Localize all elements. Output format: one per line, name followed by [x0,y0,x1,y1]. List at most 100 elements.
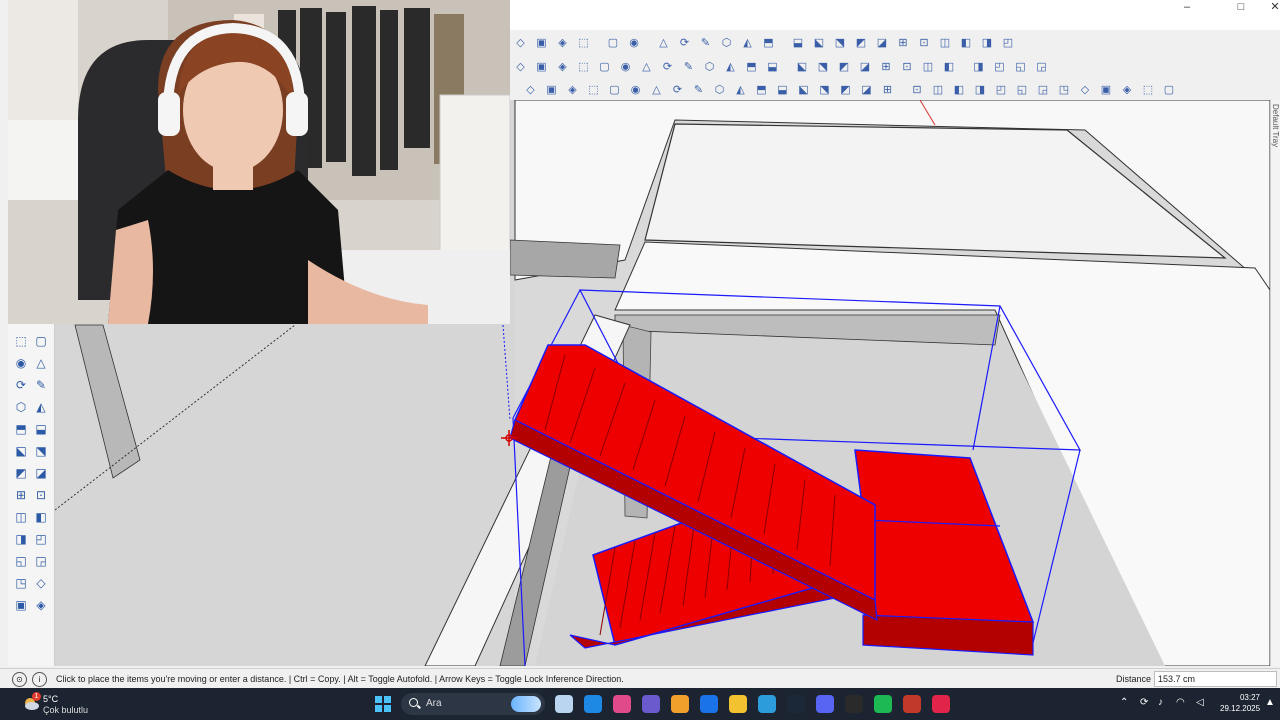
paint-icon[interactable]: ◈ [554,33,572,51]
mirror-icon[interactable]: ◱ [1012,57,1030,75]
default-tray-label[interactable]: Default Tray [1271,104,1280,147]
monochrome-icon[interactable]: ◰ [999,33,1017,51]
start-button[interactable] [375,696,391,712]
text-left-icon[interactable]: ⬓ [32,420,50,438]
3dtext-left-icon[interactable]: ◪ [32,464,50,482]
section-left-icon[interactable]: ◇ [32,574,50,592]
warning-icon[interactable]: ◇ [512,57,530,75]
top-view-icon[interactable]: ⬓ [789,33,807,51]
textured-icon[interactable]: ◨ [978,33,996,51]
dimension-icon[interactable]: ⬒ [743,57,761,75]
box-icon[interactable]: ◈ [1118,80,1136,98]
front-view-icon[interactable]: ⬕ [810,33,828,51]
rotate-left-icon[interactable]: ✎ [32,376,50,394]
info-icon[interactable]: i [32,672,47,687]
add-detail-icon[interactable]: ◲ [1034,80,1052,98]
maximize-button[interactable]: □ [1224,0,1258,14]
file-explorer-icon[interactable] [555,695,573,713]
hidden-line-icon[interactable]: ◫ [936,33,954,51]
edge-icon[interactable] [584,695,602,713]
orbit-icon[interactable]: ⬚ [575,57,593,75]
arc-tool-icon[interactable]: ▣ [543,80,561,98]
store-icon[interactable] [613,695,631,713]
flip-edge-icon[interactable]: ◱ [1013,80,1031,98]
extrude-icon[interactable]: ⊡ [908,80,926,98]
copilot-icon[interactable] [671,695,689,713]
arc-icon[interactable]: ◫ [919,57,937,75]
lasso-icon[interactable]: ▣ [533,57,551,75]
tape-icon[interactable]: ⬡ [701,57,719,75]
rotate-icon[interactable]: ◈ [554,57,572,75]
scale-icon[interactable]: ◨ [970,57,988,75]
circle-tool-icon[interactable]: △ [648,80,666,98]
close-button[interactable]: ✕ [1258,0,1280,14]
circle-icon[interactable]: ⊡ [898,57,916,75]
protractor-icon[interactable]: ◭ [722,57,740,75]
eraser-icon[interactable]: ⬚ [575,33,593,51]
github-icon[interactable] [845,695,863,713]
spotify-icon[interactable] [874,695,892,713]
volume-icon[interactable]: ◁ [1196,697,1204,708]
sandbox-icon[interactable]: ◫ [929,80,947,98]
rectangle-left-icon[interactable]: ◉ [12,354,30,372]
paint-bucket-icon[interactable]: ◉ [617,57,635,75]
pie-icon[interactable]: ✎ [690,80,708,98]
acrobat-icon[interactable] [932,695,950,713]
rectangle-icon[interactable]: ◉ [627,80,645,98]
warehouse-icon[interactable]: ⬡ [718,33,736,51]
scale-left-icon[interactable]: ⬡ [12,398,30,416]
mesh-icon[interactable]: ◇ [1076,80,1094,98]
smoove-icon[interactable]: ◧ [950,80,968,98]
drape-icon[interactable]: ◰ [992,80,1010,98]
flip-icon[interactable]: ◰ [991,57,1009,75]
walk-left-icon[interactable]: ◱ [12,552,30,570]
offset-icon[interactable]: ✎ [680,57,698,75]
freehand-icon[interactable]: ◧ [940,57,958,75]
look-icon[interactable]: ⬔ [814,57,832,75]
geo-location-icon[interactable]: ⊙ [12,672,27,687]
freehand-tool-icon[interactable]: ⬒ [753,80,771,98]
layers-left-icon[interactable]: ▣ [12,596,30,614]
curve-icon[interactable]: ◈ [564,80,582,98]
arc-2pt-icon[interactable]: ⬓ [774,80,792,98]
wave-icon[interactable]: ⬔ [816,80,834,98]
sketchup-icon[interactable] [903,695,921,713]
layer-icon[interactable]: ⬚ [1139,80,1157,98]
previous-left-icon[interactable]: ◰ [32,530,50,548]
pan-left-icon[interactable]: ⊡ [32,486,50,504]
dim-left-icon[interactable]: ⬕ [12,442,30,460]
shaded-icon[interactable]: ◧ [957,33,975,51]
taskbar-search[interactable]: Ara [401,693,545,715]
axes-left-icon[interactable]: ◩ [12,464,30,482]
move-left-icon[interactable]: ⟳ [12,376,30,394]
mic-icon[interactable]: ♪ [1158,697,1163,708]
network-sync-icon[interactable]: ⟳ [1140,697,1148,708]
line-tool-icon[interactable]: ◇ [522,80,540,98]
ellipse-icon[interactable]: ◪ [858,80,876,98]
distance-input[interactable]: 153.7 cm [1154,671,1277,687]
default-tray[interactable] [1270,100,1280,666]
offset-left-icon[interactable]: ◭ [32,398,50,416]
component-icon[interactable]: ▣ [533,33,551,51]
paint-tool-icon[interactable]: ◩ [837,80,855,98]
zoom-window-left-icon[interactable]: ◧ [32,508,50,526]
left-view-icon[interactable]: ◪ [873,33,891,51]
axes-icon[interactable]: ⬓ [764,57,782,75]
minimize-button[interactable]: – [1170,0,1204,14]
scenes-left-icon[interactable]: ◈ [32,596,50,614]
scene-icon[interactable]: ▢ [1160,80,1178,98]
protractor-left-icon[interactable]: ⬔ [32,442,50,460]
grid-fill-icon[interactable]: ⊞ [877,57,895,75]
right-view-icon[interactable]: ⬔ [831,33,849,51]
push-pull-icon[interactable]: ⟳ [659,57,677,75]
look-left-icon[interactable]: ◲ [32,552,50,570]
grid-icon[interactable]: ◪ [856,57,874,75]
zoom-left-icon[interactable]: ◫ [12,508,30,526]
move-icon[interactable]: ▢ [596,57,614,75]
tray-chevron-icon[interactable]: ⌃ [1120,697,1128,708]
pencil-icon[interactable]: ◭ [732,80,750,98]
select-icon[interactable]: ◇ [512,33,530,51]
contour-icon[interactable]: ◳ [1055,80,1073,98]
folder-icon[interactable] [729,695,747,713]
user-icon[interactable]: ◉ [625,33,643,51]
